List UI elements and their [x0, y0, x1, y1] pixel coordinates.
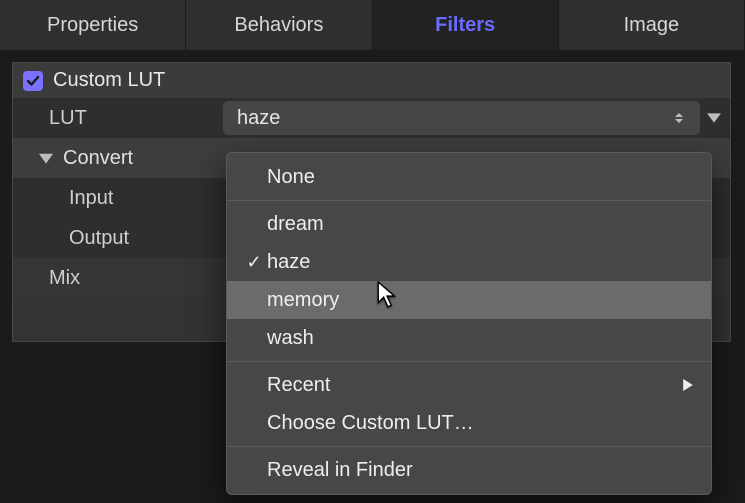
menu-separator	[227, 361, 711, 362]
mix-label: Mix	[13, 267, 223, 290]
panel-title: Custom LUT	[53, 69, 165, 92]
triangle-right-icon	[683, 379, 693, 391]
menu-separator	[227, 446, 711, 447]
tab-filters[interactable]: Filters	[373, 0, 559, 50]
menu-item-dream[interactable]: dream	[227, 205, 711, 243]
menu-item-memory[interactable]: memory	[227, 281, 711, 319]
lut-select[interactable]: haze	[223, 101, 700, 135]
lut-menu: None dream ✓haze memory wash Recent Choo…	[226, 152, 712, 495]
output-label: Output	[69, 227, 129, 250]
menu-item-none[interactable]: None	[227, 158, 711, 196]
menu-item-choose[interactable]: Choose Custom LUT…	[227, 404, 711, 442]
lut-value: haze	[237, 107, 672, 130]
menu-item-recent[interactable]: Recent	[227, 366, 711, 404]
reset-button[interactable]	[702, 101, 726, 135]
tab-image[interactable]: Image	[559, 0, 745, 50]
lut-label: LUT	[13, 107, 223, 130]
tab-properties[interactable]: Properties	[0, 0, 186, 50]
input-label: Input	[69, 187, 113, 210]
check-icon: ✓	[241, 252, 267, 273]
menu-item-reveal[interactable]: Reveal in Finder	[227, 451, 711, 489]
tab-bar: Properties Behaviors Filters Image	[0, 0, 745, 50]
panel-header: Custom LUT	[13, 63, 730, 98]
triangle-down-icon	[39, 151, 53, 165]
chevron-updown-icon	[672, 113, 686, 123]
enable-checkbox[interactable]	[23, 71, 43, 91]
menu-item-haze[interactable]: ✓haze	[227, 243, 711, 281]
convert-label: Convert	[63, 147, 133, 170]
menu-separator	[227, 200, 711, 201]
tab-behaviors[interactable]: Behaviors	[186, 0, 372, 50]
chevron-down-icon	[707, 113, 721, 123]
menu-item-wash[interactable]: wash	[227, 319, 711, 357]
cursor-icon	[377, 281, 399, 309]
